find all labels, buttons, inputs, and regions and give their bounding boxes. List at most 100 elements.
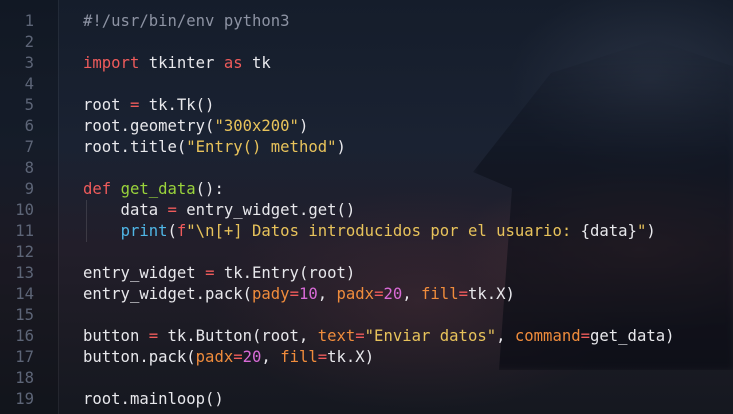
code-token: = [317, 348, 328, 366]
line-number: 1 [24, 12, 34, 30]
code-token: = [129, 96, 140, 114]
code-text: #!/usr/bin/env python3 [83, 11, 290, 32]
code-text: button = tk.Button(root, text="Enviar da… [83, 326, 675, 347]
line-number: 7 [24, 138, 34, 156]
code-text: root.mainloop() [83, 389, 224, 410]
line-number: 17 [15, 348, 34, 366]
code-line[interactable]: 14 entry_widget.pack(pady=10, padx=20, fi… [0, 284, 733, 305]
code-token: " [636, 222, 647, 240]
line-number: 5 [24, 96, 34, 114]
code-token: entry_widget [83, 264, 206, 282]
code-token: root [83, 96, 130, 114]
code-text: data = entry_widget.get() [83, 200, 356, 221]
code-token: command [514, 327, 581, 345]
code-token: {data} [580, 222, 637, 240]
code-token: = [458, 285, 468, 303]
line-number: 3 [24, 54, 34, 72]
code-line[interactable]: 9 def get_data(): [0, 179, 733, 200]
code-token: button.pack( [83, 348, 196, 366]
code-token: = [167, 201, 177, 219]
code-text: root.geometry("300x200") [83, 116, 308, 137]
code-text: import tkinter as tk [83, 53, 271, 74]
code-token: fill [280, 348, 318, 366]
code-token: root.title( [83, 138, 187, 156]
line-number: 19 [15, 390, 34, 408]
code-token: "Entry() method" [186, 138, 337, 156]
line-number: 10 [15, 201, 34, 219]
code-line[interactable]: 5 root = tk.Tk() [0, 95, 733, 116]
code-token: get_data [120, 180, 196, 198]
code-text: entry_widget = tk.Entry(root) [83, 263, 355, 284]
code-token: print [120, 222, 168, 240]
code-token: entry_widget.pack( [83, 285, 252, 303]
code-token: 10 [298, 285, 318, 303]
code-line[interactable]: 12 [0, 242, 733, 263]
code-line[interactable]: 2 [0, 32, 733, 53]
line-number: 18 [15, 369, 34, 387]
code-token: root.mainloop() [83, 390, 224, 408]
code-token: 20 [242, 348, 262, 366]
code-token: "Enviar datos" [364, 327, 497, 345]
code-token: tk.Button(root, [158, 327, 318, 345]
code-line[interactable]: 13 entry_widget = tk.Entry(root) [0, 263, 733, 284]
code-token: import [83, 54, 140, 72]
code-line[interactable]: 3 import tkinter as tk [0, 53, 733, 74]
code-token: tkinter [139, 54, 224, 72]
code-text: entry_widget.pack(pady=10, padx=20, fill… [83, 284, 515, 305]
code-line[interactable]: 1 #!/usr/bin/env python3 [0, 11, 733, 32]
code-token: , [402, 285, 422, 303]
code-token: = [580, 327, 590, 345]
code-token: , [261, 348, 281, 366]
line-number: 6 [24, 117, 34, 135]
code-token: tk.Entry(root) [214, 264, 356, 282]
code-line[interactable]: 19 root.mainloop() [0, 389, 733, 410]
code-text: root.title("Entry() method") [83, 137, 346, 158]
code-token: def [83, 180, 112, 198]
code-token: "\n[+] Datos introducidos por el usuario… [186, 222, 581, 240]
line-number: 2 [24, 33, 34, 51]
code-line[interactable]: 7 root.title("Entry() method") [0, 137, 733, 158]
line-number: 4 [24, 75, 34, 93]
code-line[interactable]: 10 data = entry_widget.get() [0, 200, 733, 221]
line-number: 13 [15, 264, 34, 282]
code-token: f [176, 222, 187, 240]
code-token: entry_widget.get() [176, 201, 356, 219]
code-token: root.geometry( [83, 117, 215, 135]
code-token: get_data) [590, 327, 675, 345]
code-token: = [355, 327, 365, 345]
line-number: 15 [15, 306, 34, 324]
code-line[interactable]: 8 [0, 158, 733, 179]
code-token: padx [336, 285, 375, 303]
code-token: tk.X) [467, 285, 515, 303]
code-token: tk.Tk() [139, 96, 215, 114]
code-token: ( [167, 222, 177, 240]
code-line[interactable]: 17 button.pack(padx=20, fill=tk.X) [0, 347, 733, 368]
code-line[interactable]: 4 [0, 74, 733, 95]
code-text: def get_data(): [83, 179, 224, 200]
line-number: 11 [15, 222, 34, 240]
line-number: 14 [15, 285, 34, 303]
code-line[interactable]: 6 root.geometry("300x200") [0, 116, 733, 137]
code-line[interactable]: 11 print(f"\n[+] Datos introducidos por … [0, 221, 733, 242]
code-line[interactable]: 16 button = tk.Button(root, text="Enviar … [0, 326, 733, 347]
code-token: 20 [383, 285, 403, 303]
code-token: = [148, 327, 159, 345]
line-number: 8 [24, 159, 34, 177]
code-token: as [223, 54, 243, 72]
code-token: "300x200" [214, 117, 299, 135]
line-number: 16 [15, 327, 34, 345]
code-token: (): [195, 180, 224, 198]
code-token: text [317, 327, 356, 345]
code-text: root = tk.Tk() [83, 95, 214, 116]
code-line[interactable]: 15 [0, 305, 733, 326]
code-line[interactable]: 18 [0, 368, 733, 389]
code-editor[interactable]: 1 #!/usr/bin/env python3 2 3 import tkinter … [0, 0, 733, 414]
code-token: ) [646, 222, 656, 240]
code-token: , [317, 285, 337, 303]
code-token: ) [298, 117, 309, 135]
code-token: data [83, 201, 168, 219]
code-token: tk [242, 54, 271, 72]
code-token: fill [421, 285, 459, 303]
